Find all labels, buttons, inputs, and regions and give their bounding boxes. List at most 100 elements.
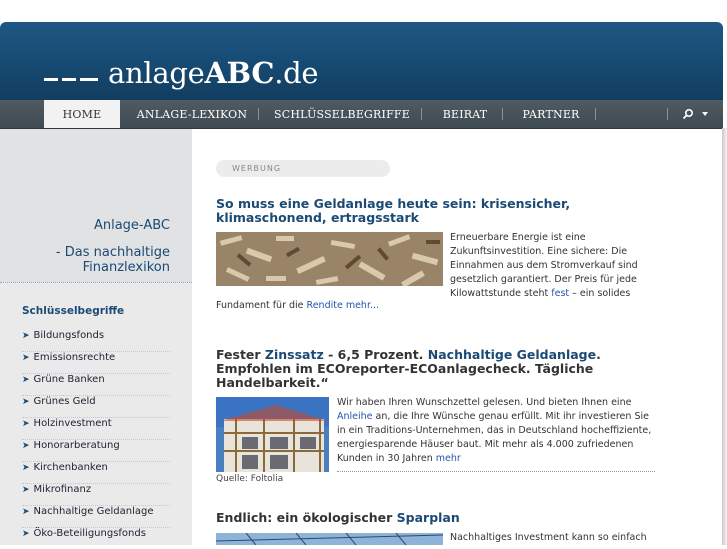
arrow-right-icon: ➤	[22, 331, 30, 341]
title-text: Handelbarkeit.“	[216, 375, 329, 390]
nav-separator	[502, 108, 503, 120]
nav-partner[interactable]: PARTNER	[516, 100, 586, 128]
image-caption: Quelle: Foltolia	[216, 474, 284, 484]
teaser-text: Fundament für die	[216, 300, 307, 311]
logo-text-light: anlage	[108, 56, 205, 90]
nav-separator	[667, 108, 668, 120]
title-text: .	[596, 347, 601, 362]
arrow-right-icon: ➤	[22, 419, 30, 429]
article-teaser: Erneuerbare Energie ist eine Zukunftsinv…	[450, 231, 660, 301]
solar-panels-image[interactable]	[216, 533, 443, 545]
sidebar-section-heading: Schlüsselbegriffe	[22, 305, 125, 317]
teaser-line: Nachhaltiges Investment kann so einfach	[450, 532, 647, 543]
teaser-line: in ein Traditions-Unternehmen, das in De…	[337, 425, 652, 436]
read-more-link[interactable]: mehr...	[343, 300, 379, 311]
logo-dashes-icon	[44, 59, 100, 83]
sidebar-item[interactable]: ➤ Nachhaltige Geldanlage	[22, 506, 170, 528]
arrow-right-icon: ➤	[22, 397, 30, 407]
title-text: - 6,5 Prozent.	[323, 347, 428, 362]
arrow-right-icon: ➤	[22, 441, 30, 451]
nav-beirat[interactable]: BEIRAT	[436, 100, 494, 128]
article-title[interactable]: So muss eine Geldanlage heute sein: kris…	[216, 197, 596, 225]
article-title[interactable]: Fester Zinssatz - 6,5 Prozent. Nachhalti…	[216, 348, 616, 390]
sidebar-item-label: Bildungsfonds	[33, 330, 105, 341]
title-text: Endlich: ein ökologischer	[216, 510, 397, 525]
sidebar-item-label: Holzinvestment	[33, 418, 112, 429]
article-teaser: Nachhaltiges Investment kann so einfach	[450, 531, 660, 545]
teaser-line: Einnahmen aus dem Stromverkauf sind	[450, 260, 638, 271]
teaser-line: Kilowattstunde steht fest – ein solides	[450, 287, 660, 301]
keyword-link-zinssatz[interactable]: Zinssatz	[265, 347, 324, 362]
teaser-text: Kunden in 30 Jahren	[337, 453, 436, 464]
sidebar-item-label: Honorarberatung	[33, 440, 120, 451]
ad-label: WERBUNG	[216, 160, 390, 177]
keyword-link-fest[interactable]: fest	[551, 288, 569, 299]
sidebar-item[interactable]: ➤ Grüne Banken	[22, 374, 170, 396]
keyword-link-rendite[interactable]: Rendite	[307, 300, 343, 311]
keyword-link-anleihe[interactable]: Anleihe	[337, 411, 373, 422]
sidebar-title: Anlage-ABC	[93, 218, 170, 233]
main-nav: HOME ANLAGE-LEXIKON SCHLÜSSELBEGRIFFE BE…	[0, 100, 723, 129]
teaser-line: Zukunftsinvestition. Eine sichere: Die	[450, 246, 628, 257]
page-edge-shadow	[722, 128, 727, 545]
logo-text-tld: .de	[274, 56, 319, 90]
article-teaser: Wir haben Ihren Wunschzettel gelesen. Un…	[337, 396, 657, 466]
arrow-right-icon: ➤	[22, 375, 30, 385]
nav-home[interactable]: HOME	[44, 100, 120, 128]
teaser-text: an, die Ihre Wünsche genau erfüllt. Mit …	[372, 411, 649, 422]
divider	[337, 471, 655, 472]
teaser-line: Wir haben Ihren Wunschzettel gelesen. Un…	[337, 397, 632, 408]
arrow-right-icon: ➤	[22, 353, 30, 363]
teaser-text: Kilowattstunde steht	[450, 288, 552, 299]
sidebar-item[interactable]: ➤ Öko-Beteiligungsfonds	[22, 528, 170, 549]
sidebar-item-label: Kirchenbanken	[33, 462, 108, 473]
keyword-link-nachhaltige-geldanlage[interactable]: Nachhaltige Geldanlage	[428, 347, 596, 362]
sidebar: Anlage-ABC - Das nachhaltige Finanzlexik…	[0, 129, 192, 545]
sidebar-header: Anlage-ABC - Das nachhaltige Finanzlexik…	[0, 129, 192, 282]
wood-chips-image[interactable]	[216, 232, 443, 286]
arrow-right-icon: ➤	[22, 463, 30, 473]
title-text: Fester	[216, 347, 265, 362]
sidebar-item[interactable]: ➤ Honorarberatung	[22, 440, 170, 462]
article-title[interactable]: Endlich: ein ökologischer Sparplan	[216, 511, 596, 525]
teaser-line: energiesparende Häuser baut. Mit mehr al…	[337, 439, 634, 450]
teaser-text: – ein solides	[569, 288, 631, 299]
teaser-line: Kunden in 30 Jahren mehr	[337, 452, 657, 466]
keyword-link-sparplan[interactable]: Sparplan	[397, 510, 460, 525]
divider	[0, 282, 192, 283]
nav-anlage-lexikon[interactable]: ANLAGE-LEXIKON	[134, 100, 250, 128]
article-title-line: So muss eine Geldanlage heute sein: kris…	[216, 196, 571, 211]
sidebar-item[interactable]: ➤ Kirchenbanken	[22, 462, 170, 484]
nav-schluesselbegriffe[interactable]: SCHLÜSSELBEGRIFFE	[272, 100, 412, 128]
arrow-right-icon: ➤	[22, 507, 30, 517]
search-icon[interactable]	[682, 108, 694, 120]
sidebar-item[interactable]: ➤ Bildungsfonds	[22, 330, 170, 352]
sidebar-item-label: Mikrofinanz	[33, 484, 92, 495]
teaser-line: gesetzlich garantiert. Der Preis für jed…	[450, 274, 637, 285]
arrow-right-icon: ➤	[22, 485, 30, 495]
sidebar-item-label: Grüne Banken	[33, 374, 105, 385]
sidebar-item-label: Emissionsrechte	[33, 352, 116, 363]
title-text: Empfohlen im ECOreporter-ECOanlagecheck.…	[216, 361, 594, 376]
logo-text-bold: ABC	[204, 56, 275, 90]
sidebar-item[interactable]: ➤ Holzinvestment	[22, 418, 170, 440]
sidebar-item[interactable]: ➤ Emissionsrechte	[22, 352, 170, 374]
article-teaser-continued: Fundament für die Rendite mehr...	[216, 300, 379, 311]
site-logo[interactable]: anlageABC.de	[44, 56, 319, 90]
arrow-right-icon: ➤	[22, 529, 30, 539]
teaser-line: Anleihe an, die Ihre Wünsche genau erfül…	[337, 410, 657, 424]
teaser-line: Erneuerbare Energie ist eine	[450, 232, 586, 243]
chevron-down-icon[interactable]	[702, 112, 708, 116]
sidebar-item[interactable]: ➤ Mikrofinanz	[22, 484, 170, 506]
read-more-link[interactable]: mehr	[436, 453, 461, 464]
sidebar-subtitle-line2: Finanzlexikon	[82, 260, 170, 275]
sidebar-item-label: Öko-Beteiligungsfonds	[33, 528, 146, 539]
site-header: anlageABC.de	[0, 22, 723, 100]
sidebar-item-label: Grünes Geld	[33, 396, 96, 407]
nav-separator	[421, 108, 422, 120]
nav-separator	[258, 108, 259, 120]
house-construction-image[interactable]	[216, 397, 329, 472]
sidebar-item[interactable]: ➤ Grünes Geld	[22, 396, 170, 418]
sidebar-subtitle-line1: - Das nachhaltige	[55, 245, 170, 260]
nav-separator	[595, 108, 596, 120]
